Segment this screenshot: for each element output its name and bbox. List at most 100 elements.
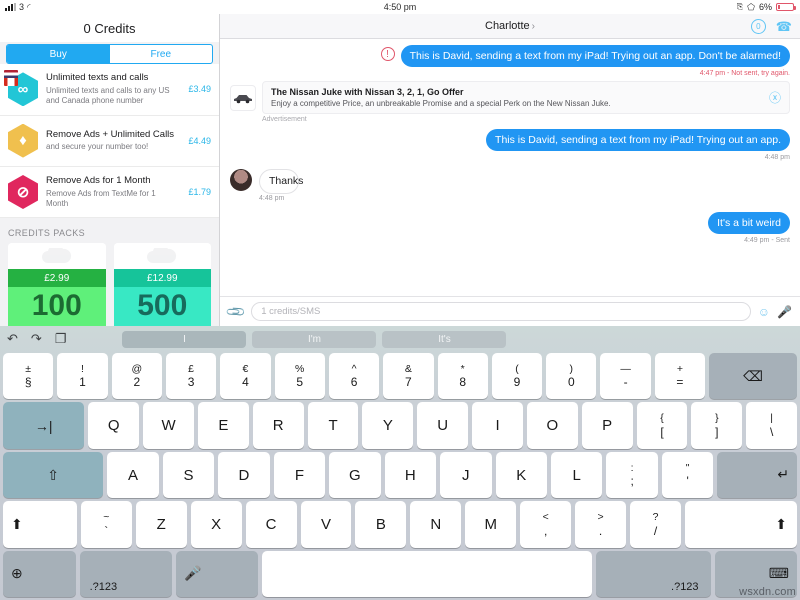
key-8[interactable]: * 8: [437, 353, 488, 400]
ad-row[interactable]: The Nissan Juke with Nissan 3, 2, 1, Go …: [230, 81, 790, 115]
store-item-price[interactable]: £1.79: [184, 187, 211, 197]
buy-free-segmented-control[interactable]: Buy Free: [6, 44, 213, 64]
smiley-icon[interactable]: ☺: [758, 305, 770, 319]
key-5[interactable]: % 5: [274, 353, 325, 400]
message-bubble[interactable]: This is David, sending a text from my iP…: [486, 129, 790, 152]
key-upper: ?: [652, 511, 659, 524]
key-e[interactable]: E: [197, 402, 249, 449]
dictation-key[interactable]: 🎤: [176, 550, 259, 598]
key-equals[interactable]: + =: [654, 353, 706, 400]
conversation-title[interactable]: Charlotte ›: [485, 20, 535, 32]
numeric-keyboard-key-right[interactable]: .?123: [596, 550, 711, 598]
key-9[interactable]: (9: [491, 353, 543, 400]
key-lower: [: [660, 424, 664, 439]
key-slash[interactable]: ? /: [630, 501, 681, 548]
credit-badge[interactable]: 0: [750, 18, 766, 34]
credits-pack-500[interactable]: £12.99 500: [113, 243, 211, 338]
segment-buy[interactable]: Buy: [7, 45, 110, 63]
suggestion-3[interactable]: It's: [382, 330, 507, 348]
key-b[interactable]: B: [355, 501, 407, 548]
ad-card[interactable]: The Nissan Juke with Nissan 3, 2, 1, Go …: [262, 81, 790, 115]
key-g[interactable]: G: [329, 451, 381, 499]
credits-pack-100[interactable]: £2.99 100: [8, 243, 106, 338]
key-section[interactable]: ± §: [3, 353, 54, 400]
key-j[interactable]: J: [440, 451, 492, 499]
caps-lock-key[interactable]: ⇧: [3, 451, 104, 499]
key-h[interactable]: H: [384, 451, 437, 499]
key-lower: =: [676, 375, 684, 390]
avatar[interactable]: [230, 169, 252, 192]
space-key[interactable]: [262, 550, 593, 598]
globe-key[interactable]: ⊕: [3, 550, 76, 598]
key-x[interactable]: X: [190, 501, 242, 548]
key-t[interactable]: T: [307, 402, 359, 449]
us-ca-flags-icon: [4, 70, 18, 87]
suggestion-2[interactable]: I'm: [252, 330, 377, 348]
key-3[interactable]: £3: [165, 353, 217, 400]
key-u[interactable]: U: [417, 402, 469, 449]
key-d[interactable]: D: [218, 451, 270, 499]
key-o[interactable]: O: [526, 402, 578, 449]
key-lower: ;: [630, 474, 634, 489]
backspace-key[interactable]: ⌫: [709, 353, 798, 400]
key-4[interactable]: €4: [220, 353, 271, 400]
key-c[interactable]: C: [245, 501, 297, 548]
key-1[interactable]: ! 1: [57, 353, 108, 400]
message-input[interactable]: 1 credits/SMS: [251, 302, 751, 321]
message-bubble[interactable]: It's a bit weird: [708, 211, 790, 234]
key-p[interactable]: P: [581, 402, 633, 449]
redo-icon[interactable]: ↷: [31, 331, 42, 347]
key-backslash[interactable]: | \: [746, 402, 798, 449]
key-bracket-right[interactable]: }]: [691, 402, 743, 449]
key-comma[interactable]: <,: [520, 501, 572, 548]
key-hyphen[interactable]: — -: [600, 353, 651, 400]
key-i[interactable]: I: [472, 402, 523, 449]
message-bubble[interactable]: This is David, sending a text from my iP…: [400, 45, 790, 68]
phone-icon[interactable]: ☎: [776, 20, 792, 33]
not-sent-error-icon[interactable]: !: [380, 47, 395, 61]
paperclip-icon[interactable]: 📎: [225, 300, 248, 323]
key-tilde[interactable]: ~ `: [80, 501, 132, 548]
shift-right-key[interactable]: ⬆: [684, 501, 798, 548]
credits-packs-header: CREDITS PACKS: [8, 228, 86, 239]
key-v[interactable]: V: [300, 501, 352, 548]
key-k[interactable]: K: [495, 451, 547, 499]
key-z[interactable]: Z: [135, 501, 187, 548]
microphone-icon: 🎤: [184, 565, 202, 582]
key-semicolon[interactable]: :;: [606, 451, 658, 499]
key-l[interactable]: L: [550, 451, 603, 499]
download-icon[interactable]: ⓧ: [769, 89, 781, 106]
paste-icon[interactable]: ❐: [55, 331, 67, 347]
key-7[interactable]: & 7: [383, 353, 434, 400]
key-6[interactable]: ^ 6: [328, 353, 380, 400]
store-item-price[interactable]: £3.49: [184, 84, 211, 94]
store-item-remove-ads-unlimited[interactable]: ♦ Remove Ads + Unlimited Calls and secur…: [0, 116, 219, 167]
suggestion-1[interactable]: I: [122, 330, 247, 348]
key-n[interactable]: N: [410, 501, 462, 548]
key-q[interactable]: Q: [88, 402, 140, 449]
microphone-icon[interactable]: 🎤: [777, 305, 792, 319]
tab-key[interactable]: →|: [3, 402, 85, 449]
message-bubble[interactable]: Thanks: [259, 169, 303, 194]
store-item-price[interactable]: £4.49: [184, 136, 211, 146]
shift-left-key[interactable]: ⬆: [3, 501, 77, 548]
key-upper: £: [188, 362, 195, 375]
key-m[interactable]: M: [465, 501, 517, 548]
key-bracket-left[interactable]: {[: [636, 402, 688, 449]
enter-key[interactable]: ↵: [717, 451, 798, 499]
key-r[interactable]: R: [252, 402, 304, 449]
key-2[interactable]: @2: [111, 353, 162, 400]
key-s[interactable]: S: [162, 451, 215, 499]
key-0[interactable]: ) 0: [546, 353, 597, 400]
key-w[interactable]: W: [143, 402, 194, 449]
segment-free[interactable]: Free: [110, 45, 213, 63]
key-y[interactable]: Y: [362, 402, 414, 449]
key-quote[interactable]: " ': [661, 451, 714, 499]
key-f[interactable]: F: [273, 451, 326, 499]
undo-icon[interactable]: ↶: [7, 331, 18, 347]
key-period[interactable]: >.: [575, 501, 627, 548]
key-a[interactable]: A: [107, 451, 159, 499]
store-item-unlimited[interactable]: ∞ Unlimited texts and calls Unlimited te…: [0, 64, 219, 116]
store-item-remove-ads-month[interactable]: ⊘ Remove Ads for 1 Month Remove Ads from…: [0, 167, 219, 219]
numeric-keyboard-key-left[interactable]: .?123: [79, 550, 173, 598]
